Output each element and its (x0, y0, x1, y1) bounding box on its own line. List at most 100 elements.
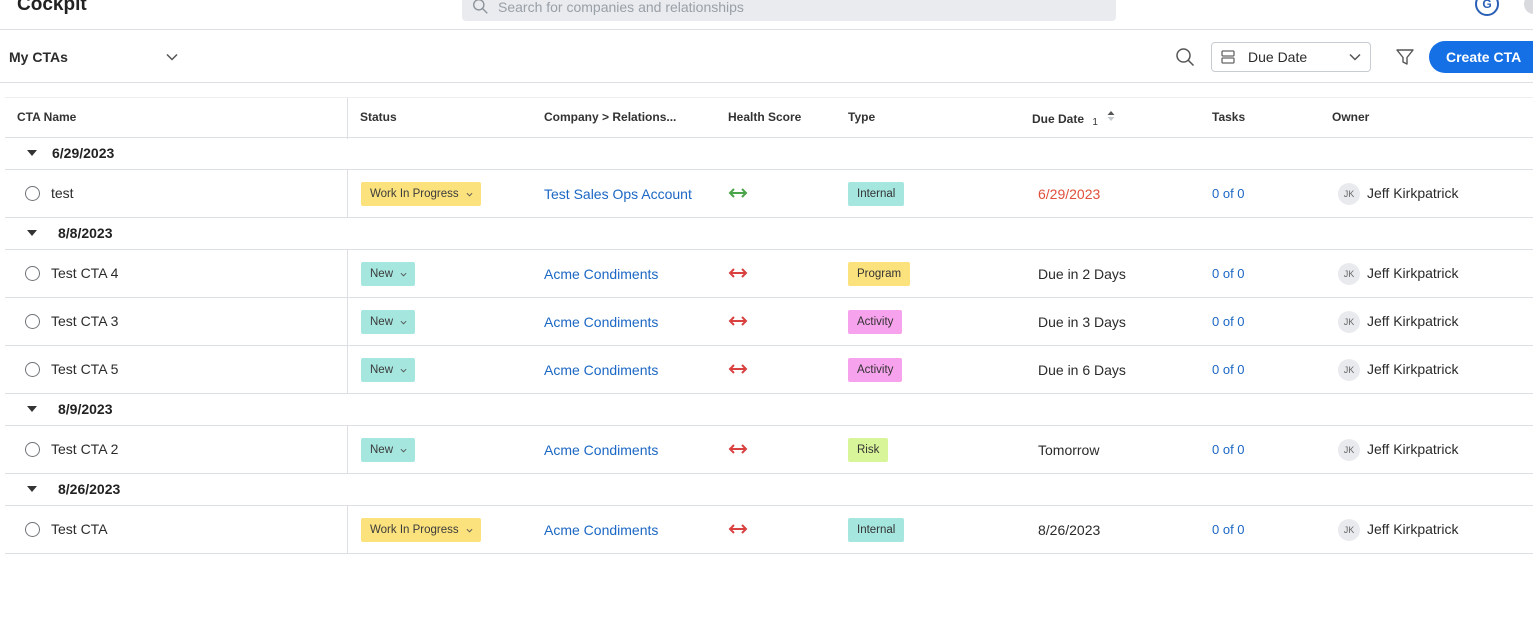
profile-avatar[interactable] (1524, 0, 1533, 14)
sort-icon (1221, 50, 1235, 64)
owner-name: Jeff Kirkpatrick (1367, 313, 1459, 329)
table-row[interactable]: test Work In Progress Test Sales Ops Accou… (5, 170, 1533, 218)
create-cta-button[interactable]: Create CTA (1429, 41, 1533, 73)
company-link[interactable]: Test Sales Ops Account (544, 186, 692, 202)
status-dropdown[interactable]: New (361, 262, 416, 286)
cta-grid: CTA Name Status Company > Relations... H… (5, 97, 1533, 554)
column-divider (347, 250, 348, 298)
sort-arrow-icon[interactable] (1107, 110, 1115, 122)
global-search-box[interactable] (462, 0, 1116, 21)
company-link[interactable]: Acme Condiments (544, 362, 658, 378)
type-badge: Risk (848, 438, 889, 462)
row-select-radio[interactable] (25, 314, 40, 329)
sort-order-index: 1 (1092, 117, 1098, 128)
collapse-caret-icon[interactable] (27, 150, 37, 156)
collapse-caret-icon[interactable] (27, 406, 37, 412)
due-date: 8/26/2023 (1038, 522, 1101, 538)
global-search-input[interactable] (498, 0, 1098, 15)
grid-header: CTA Name Status Company > Relations... H… (5, 97, 1533, 139)
company-link[interactable]: Acme Condiments (544, 522, 658, 538)
table-row[interactable]: Test CTA 4 New Acme Condiments Program Due i… (5, 250, 1533, 298)
due-date: 6/29/2023 (1038, 186, 1101, 202)
status-dropdown[interactable]: New (361, 438, 416, 462)
due-date: Due in 2 Days (1038, 266, 1126, 282)
column-header-tasks[interactable]: Tasks (1212, 110, 1245, 124)
due-date: Due in 3 Days (1038, 314, 1126, 330)
group-row: 8/8/2023 (5, 218, 1533, 250)
row-select-radio[interactable] (25, 186, 40, 201)
status-label: New (370, 316, 394, 328)
column-divider[interactable] (347, 98, 348, 139)
tasks-link[interactable]: 0 of 0 (1212, 266, 1245, 281)
grid-body: 6/29/2023 test Work In Progress Test Sales … (5, 138, 1533, 554)
owner-avatar: JK (1338, 183, 1360, 205)
tasks-link[interactable]: 0 of 0 (1212, 362, 1245, 377)
chevron-down-icon (466, 528, 473, 532)
owner-name: Jeff Kirkpatrick (1367, 441, 1459, 457)
user-avatar[interactable]: G (1475, 0, 1499, 16)
cta-name[interactable]: Test CTA (51, 521, 108, 537)
row-select-radio[interactable] (25, 266, 40, 281)
table-row[interactable]: Test CTA 3 New Acme Condiments Activity Due … (5, 298, 1533, 346)
status-dropdown[interactable]: New (361, 310, 416, 334)
column-header-due-date[interactable]: Due Date 1 (1032, 110, 1115, 128)
status-dropdown[interactable]: New (361, 358, 416, 382)
cta-name[interactable]: Test CTA 2 (51, 441, 118, 457)
due-date: Due in 6 Days (1038, 362, 1126, 378)
company-link[interactable]: Acme Condiments (544, 314, 658, 330)
tasks-link[interactable]: 0 of 0 (1212, 522, 1245, 537)
group-label: 8/8/2023 (58, 225, 113, 241)
tasks-link[interactable]: 0 of 0 (1212, 186, 1245, 201)
chevron-down-icon (400, 368, 407, 372)
health-score-icon (728, 314, 748, 326)
column-header-cta-name[interactable]: CTA Name (17, 110, 76, 124)
chevron-down-icon (400, 272, 407, 276)
status-label: Work In Progress (370, 524, 459, 536)
filter-icon[interactable] (1394, 46, 1416, 68)
row-select-radio[interactable] (25, 522, 40, 537)
tasks-link[interactable]: 0 of 0 (1212, 314, 1245, 329)
column-divider (347, 426, 348, 474)
cta-name[interactable]: Test CTA 3 (51, 313, 118, 329)
column-header-health-score[interactable]: Health Score (728, 110, 801, 124)
company-link[interactable]: Acme Condiments (544, 442, 658, 458)
group-label: 8/9/2023 (58, 401, 113, 417)
company-link[interactable]: Acme Condiments (544, 266, 658, 282)
column-divider (347, 298, 348, 346)
row-select-radio[interactable] (25, 442, 40, 457)
column-header-type[interactable]: Type (848, 110, 875, 124)
table-row[interactable]: Test CTA 2 New Acme Condiments Risk Tomorrow… (5, 426, 1533, 474)
health-score-icon (728, 266, 748, 278)
collapse-caret-icon[interactable] (27, 230, 37, 236)
app-header: Cockpit G (0, 0, 1533, 30)
status-dropdown[interactable]: Work In Progress (361, 518, 481, 542)
cta-name[interactable]: Test CTA 4 (51, 265, 118, 281)
cta-name[interactable]: Test CTA 5 (51, 361, 118, 377)
group-row: 8/9/2023 (5, 394, 1533, 426)
sort-dropdown[interactable]: Due Date (1211, 42, 1371, 72)
table-row[interactable]: Test CTA Work In Progress Acme Condiments I… (5, 506, 1533, 554)
due-date-header-label: Due Date (1032, 112, 1085, 126)
collapse-caret-icon[interactable] (27, 486, 37, 492)
chevron-down-icon (466, 192, 473, 196)
column-header-company[interactable]: Company > Relations... (544, 110, 676, 124)
column-header-status[interactable]: Status (360, 110, 397, 124)
owner-avatar: JK (1338, 311, 1360, 333)
tasks-link[interactable]: 0 of 0 (1212, 442, 1245, 457)
status-dropdown[interactable]: Work In Progress (361, 182, 481, 206)
table-row[interactable]: Test CTA 5 New Acme Condiments Activity Due … (5, 346, 1533, 394)
search-icon[interactable] (1174, 46, 1196, 68)
cta-name[interactable]: test (51, 185, 74, 201)
chevron-down-icon (1349, 53, 1361, 61)
type-badge: Program (848, 262, 911, 286)
owner-name: Jeff Kirkpatrick (1367, 521, 1459, 537)
group-row: 8/26/2023 (5, 474, 1533, 506)
group-label: 6/29/2023 (52, 145, 115, 161)
column-header-owner[interactable]: Owner (1332, 110, 1369, 124)
due-date: Tomorrow (1038, 442, 1100, 458)
cta-toolbar: My CTAs Due Date Create CTA (0, 31, 1533, 83)
owner-avatar: JK (1338, 519, 1360, 541)
view-dropdown-label: My CTAs (9, 49, 68, 65)
row-select-radio[interactable] (25, 362, 40, 377)
view-dropdown[interactable]: My CTAs (9, 46, 179, 68)
